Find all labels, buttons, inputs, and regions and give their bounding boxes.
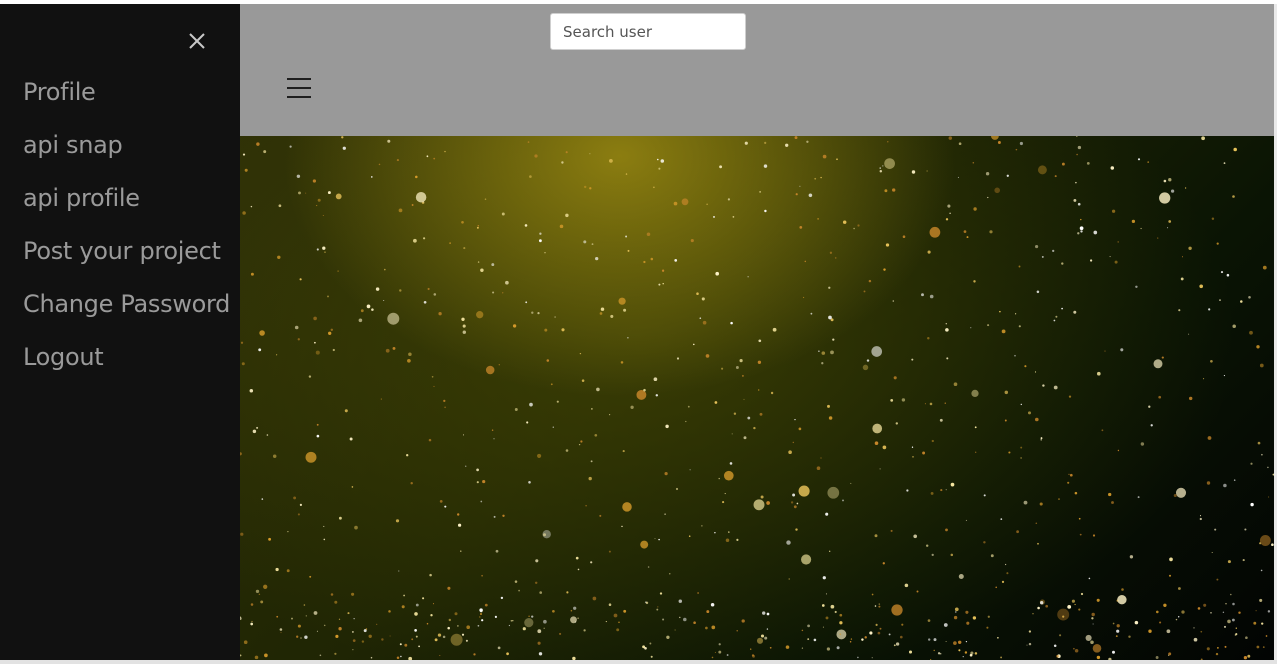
horizontal-scrollbar[interactable]	[0, 660, 1277, 664]
sidebar-item-api-profile[interactable]: api profile	[0, 180, 240, 233]
sidebar-item-api-snap[interactable]: api snap	[0, 127, 240, 180]
sidebar-item-change-password[interactable]: Change Password	[0, 286, 240, 339]
main-content	[240, 4, 1274, 660]
app-viewport: Profile api snap api profile Post your p…	[0, 4, 1274, 660]
sparkle-particles	[240, 136, 1274, 660]
search-input[interactable]	[550, 13, 746, 50]
sidebar-item-post-your-project[interactable]: Post your project	[0, 233, 240, 286]
sidebar-nav: Profile api snap api profile Post your p…	[0, 74, 240, 392]
top-header	[240, 4, 1274, 136]
hero-background-image	[240, 136, 1274, 660]
sidebar: Profile api snap api profile Post your p…	[0, 4, 240, 660]
close-icon[interactable]	[184, 28, 210, 54]
sidebar-item-logout[interactable]: Logout	[0, 339, 240, 392]
hamburger-menu-icon[interactable]	[287, 74, 313, 100]
sidebar-item-profile[interactable]: Profile	[0, 74, 240, 127]
